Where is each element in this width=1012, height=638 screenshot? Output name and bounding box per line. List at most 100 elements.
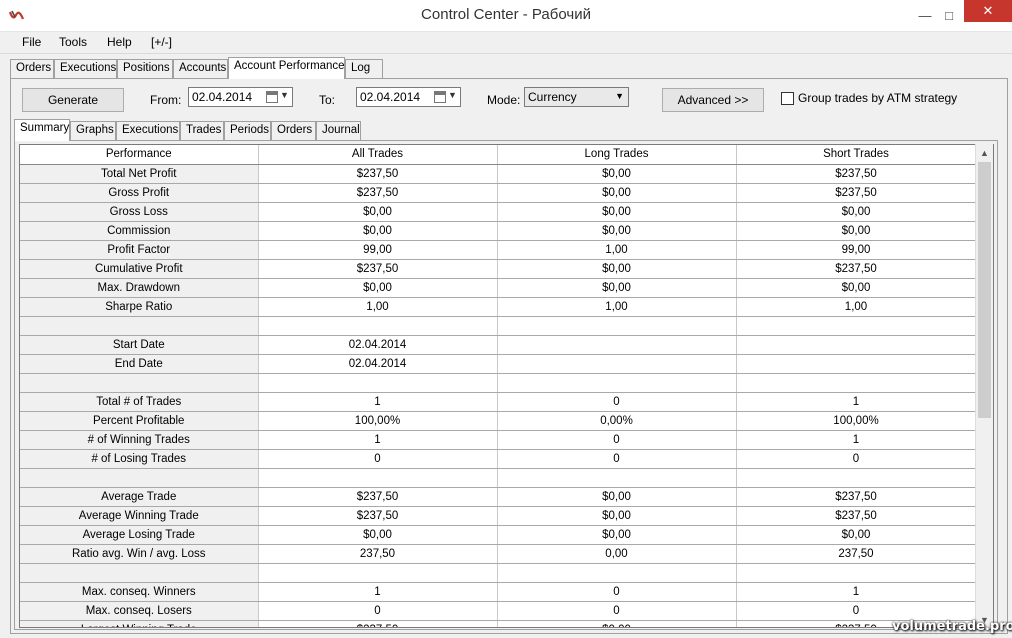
metric-value-cell: $237,50 [258, 506, 498, 526]
tab-positions[interactable]: Positions [117, 59, 173, 78]
tab-orders-sub[interactable]: Orders [271, 121, 316, 140]
metric-name-cell: Average Winning Trade [20, 506, 259, 526]
tab-graphs[interactable]: Graphs [70, 121, 116, 140]
table-row[interactable]: Average Losing Trade $0,00 $0,00 $0,00 [20, 525, 977, 545]
table-row[interactable]: Sharpe Ratio 1,00 1,00 1,00 [20, 297, 977, 317]
metric-value-cell: 99,00 [258, 240, 498, 260]
metric-value-cell [497, 468, 737, 488]
metric-value-cell [497, 335, 737, 355]
table-row[interactable]: Largest Winning Trade$237,50$0,00$237,50 [20, 620, 977, 627]
advanced-button[interactable]: Advanced >> [662, 88, 764, 112]
metric-value-cell: 1 [258, 430, 498, 450]
metric-value-cell: $237,50 [736, 164, 977, 184]
tab-executions[interactable]: Executions [54, 59, 117, 78]
tab-executions-sub[interactable]: Executions [116, 121, 180, 140]
metric-value-cell: 1,00 [736, 297, 977, 317]
table-row[interactable]: Max. Drawdown $0,00 $0,00 $0,00 [20, 278, 977, 298]
tab-orders[interactable]: Orders [10, 59, 54, 78]
column-header[interactable]: Short Trades [736, 145, 977, 165]
metric-value-cell: $0,00 [258, 278, 498, 298]
table-row[interactable]: Max. conseq. Winners 1 0 1 [20, 582, 977, 602]
metric-value-cell: $0,00 [258, 202, 498, 222]
table-row[interactable] [20, 468, 977, 488]
metric-value-cell: 0 [497, 582, 737, 602]
metric-name-cell: Max. conseq. Winners [20, 582, 259, 602]
table-row[interactable]: Gross Profit $237,50 $0,00 $237,50 [20, 183, 977, 203]
table-row[interactable] [20, 316, 977, 336]
to-date-picker[interactable]: 02.04.2014 ▼ [356, 87, 461, 107]
table-row[interactable]: # of Winning Trades 1 0 1 [20, 430, 977, 450]
table-row[interactable]: Total # of Trades 1 0 1 [20, 392, 977, 412]
tab-journal[interactable]: Journal [316, 121, 361, 140]
generate-button[interactable]: Generate [22, 88, 124, 112]
table-row[interactable]: Max. conseq. Losers 0 0 0 [20, 601, 977, 621]
table-row[interactable]: Average Trade $237,50 $0,00 $237,50 [20, 487, 977, 507]
metric-value-cell: 100,00% [258, 411, 498, 431]
close-button[interactable]: ✕ [964, 0, 1012, 22]
column-header[interactable]: All Trades [258, 145, 498, 165]
metric-value-cell: 02.04.2014 [258, 354, 498, 374]
metric-name-cell: Profit Factor [20, 240, 259, 260]
table-row[interactable]: # of Losing Trades 0 0 0 [20, 449, 977, 469]
metric-value-cell: $0,00 [258, 525, 498, 545]
metric-value-cell: 0,00% [497, 411, 737, 431]
menu-file[interactable]: File [22, 35, 41, 49]
metric-value-cell: $237,50 [258, 620, 498, 627]
from-label: From: [150, 93, 182, 107]
table-row[interactable]: Ratio avg. Win / avg. Loss 237,50 0,00 237,… [20, 544, 977, 564]
tab-accounts[interactable]: Accounts [173, 59, 228, 78]
metric-value-cell: 1,00 [497, 240, 737, 260]
metric-value-cell [736, 563, 977, 583]
tab-account-performance[interactable]: Account Performance [228, 57, 345, 79]
table-row[interactable]: End Date 02.04.2014 [20, 354, 977, 374]
table-row[interactable]: Gross Loss $0,00 $0,00 $0,00 [20, 202, 977, 222]
metric-value-cell: 1,00 [258, 297, 498, 317]
tab-periods[interactable]: Periods [224, 121, 271, 140]
metric-name-cell: Gross Profit [20, 183, 259, 203]
tab-log[interactable]: Log [345, 59, 383, 78]
metric-value-cell: 237,50 [258, 544, 498, 564]
metric-value-cell: $237,50 [258, 164, 498, 184]
mode-select[interactable]: Currency ▼ [524, 87, 629, 107]
metric-name-cell: Average Trade [20, 487, 259, 507]
table-row[interactable]: Total Net Profit $237,50 $0,00 $237,50 [20, 164, 977, 184]
table-row[interactable]: Start Date 02.04.2014 [20, 335, 977, 355]
menu-help[interactable]: Help [107, 35, 132, 49]
metric-value-cell: 1 [258, 392, 498, 412]
calendar-icon [434, 91, 446, 103]
table-row[interactable]: Average Winning Trade $237,50 $0,00 $237,50 [20, 506, 977, 526]
performance-grid[interactable]: Performance All Trades Long Trades Short… [19, 144, 994, 628]
maximize-button[interactable]: □ [929, 0, 969, 30]
scroll-thumb[interactable] [978, 162, 991, 418]
metric-value-cell [736, 373, 977, 393]
tab-trades[interactable]: Trades [180, 121, 224, 140]
metric-value-cell [736, 354, 977, 374]
title-bar: Control Center - Рабочий — □ ✕ [0, 0, 1012, 32]
chevron-down-icon: ▼ [280, 90, 289, 100]
metric-value-cell [736, 335, 977, 355]
group-trades-checkbox[interactable] [781, 92, 794, 105]
table-row[interactable]: Cumulative Profit $237,50 $0,00 $237,50 [20, 259, 977, 279]
table-row[interactable]: Commission $0,00 $0,00 $0,00 [20, 221, 977, 241]
table-row[interactable]: Percent Profitable 100,00% 0,00% 100,00% [20, 411, 977, 431]
to-label: To: [319, 93, 336, 107]
metric-value-cell: 0 [497, 449, 737, 469]
metric-name-cell: End Date [20, 354, 259, 374]
tab-summary[interactable]: Summary [14, 119, 70, 141]
column-header[interactable]: Long Trades [497, 145, 737, 165]
metric-value-cell [258, 468, 498, 488]
scroll-up-icon[interactable]: ▲ [976, 144, 993, 161]
metric-value-cell [497, 354, 737, 374]
metric-value-cell [258, 373, 498, 393]
table-row[interactable]: Profit Factor 99,00 1,00 99,00 [20, 240, 977, 260]
column-header[interactable]: Performance [20, 145, 259, 165]
metric-name-cell: Commission [20, 221, 259, 241]
metric-value-cell: 0,00 [497, 544, 737, 564]
menu-tools[interactable]: Tools [59, 35, 87, 49]
table-row[interactable] [20, 563, 977, 583]
table-row[interactable] [20, 373, 977, 393]
menu-expand-toggle[interactable]: [+/-] [151, 35, 172, 49]
vertical-scrollbar[interactable]: ▲ ▼ [975, 144, 993, 628]
from-date-picker[interactable]: 02.04.2014 ▼ [188, 87, 293, 107]
menu-bar: File Tools Help [+/-] [0, 32, 1012, 54]
